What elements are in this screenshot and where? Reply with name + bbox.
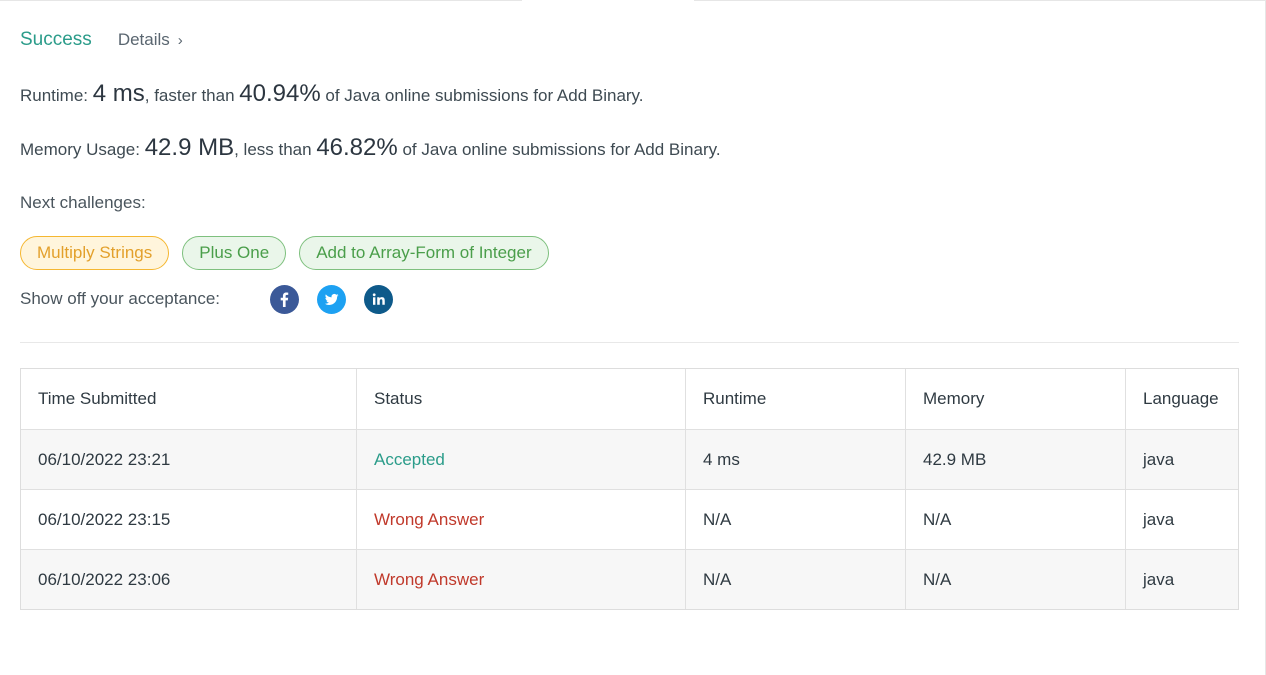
runtime-percent: 40.94%	[239, 80, 321, 107]
submission-runtime: N/A	[685, 490, 905, 549]
result-status: Success	[20, 29, 92, 50]
column-header-runtime: Runtime	[685, 369, 905, 429]
submission-time: 06/10/2022 23:15	[38, 509, 171, 529]
column-header-status: Status	[356, 369, 685, 429]
section-divider	[20, 342, 1239, 343]
runtime-comparator: , faster than	[144, 86, 240, 105]
memory-percent: 46.82%	[316, 134, 398, 161]
submission-memory: N/A	[905, 550, 1125, 609]
submission-time: 06/10/2022 23:06	[38, 569, 171, 589]
submission-status-cell: Wrong Answer	[356, 490, 685, 549]
table-row: 06/10/2022 23:21 Accepted 4 ms 42.9 MB j…	[21, 429, 1238, 489]
submission-status-link[interactable]: Wrong Answer	[374, 570, 484, 590]
twitter-icon[interactable]	[317, 285, 346, 314]
memory-suffix: of Java online submissions for Add Binar…	[397, 140, 721, 159]
submission-status-link[interactable]: Accepted	[374, 450, 445, 470]
memory-label: Memory Usage:	[20, 140, 145, 159]
chevron-right-icon: ›	[177, 31, 183, 49]
share-label: Show off your acceptance:	[20, 289, 221, 308]
column-header-language: Language	[1125, 369, 1238, 429]
column-header-memory: Memory	[905, 369, 1125, 429]
memory-stat: Memory Usage: 42.9 MB, less than 46.82% …	[20, 134, 721, 162]
runtime-suffix: of Java online submissions for Add Binar…	[320, 86, 644, 105]
next-challenges-list: Multiply Strings Plus One Add to Array-F…	[20, 236, 549, 270]
details-label: Details	[117, 30, 170, 49]
share-icons	[270, 285, 393, 314]
submission-status-cell: Accepted	[356, 430, 685, 489]
runtime-stat: Runtime: 4 ms, faster than 40.94% of Jav…	[20, 80, 644, 108]
submission-runtime: N/A	[685, 550, 905, 609]
details-link[interactable]: Details ›	[118, 30, 183, 50]
memory-value: 42.9 MB	[144, 134, 235, 161]
submission-runtime: 4 ms	[685, 430, 905, 489]
submission-language: java	[1125, 550, 1238, 609]
table-row: 06/10/2022 23:06 Wrong Answer N/A N/A ja…	[21, 549, 1238, 609]
table-row: 06/10/2022 23:15 Wrong Answer N/A N/A ja…	[21, 489, 1238, 549]
submission-memory: 42.9 MB	[905, 430, 1125, 489]
top-border	[694, 0, 1266, 1]
submission-language: java	[1125, 490, 1238, 549]
submission-language: java	[1125, 430, 1238, 489]
column-header-time: Time Submitted	[38, 389, 157, 408]
facebook-icon[interactable]	[270, 285, 299, 314]
next-challenges-label: Next challenges:	[20, 193, 146, 212]
submission-time: 06/10/2022 23:21	[38, 449, 171, 469]
runtime-value: 4 ms	[92, 80, 145, 107]
challenge-chip-multiply-strings[interactable]: Multiply Strings	[20, 236, 170, 270]
submission-result-panel: Success Details › Runtime: 4 ms, faster …	[0, 0, 1266, 675]
submission-status-link[interactable]: Wrong Answer	[374, 510, 484, 530]
submission-memory: N/A	[905, 490, 1125, 549]
challenge-chip-plus-one[interactable]: Plus One	[182, 236, 287, 270]
table-header-row: Time Submitted Status Runtime Memory Lan…	[21, 369, 1238, 429]
submission-status-cell: Wrong Answer	[356, 550, 685, 609]
memory-comparator: , less than	[234, 140, 317, 159]
runtime-label: Runtime:	[20, 86, 93, 105]
linkedin-icon[interactable]	[364, 285, 393, 314]
result-header: Success Details ›	[20, 29, 183, 51]
challenge-chip-add-to-array-form[interactable]: Add to Array-Form of Integer	[299, 236, 549, 270]
submissions-table: Time Submitted Status Runtime Memory Lan…	[20, 368, 1239, 610]
top-border	[0, 0, 522, 1]
